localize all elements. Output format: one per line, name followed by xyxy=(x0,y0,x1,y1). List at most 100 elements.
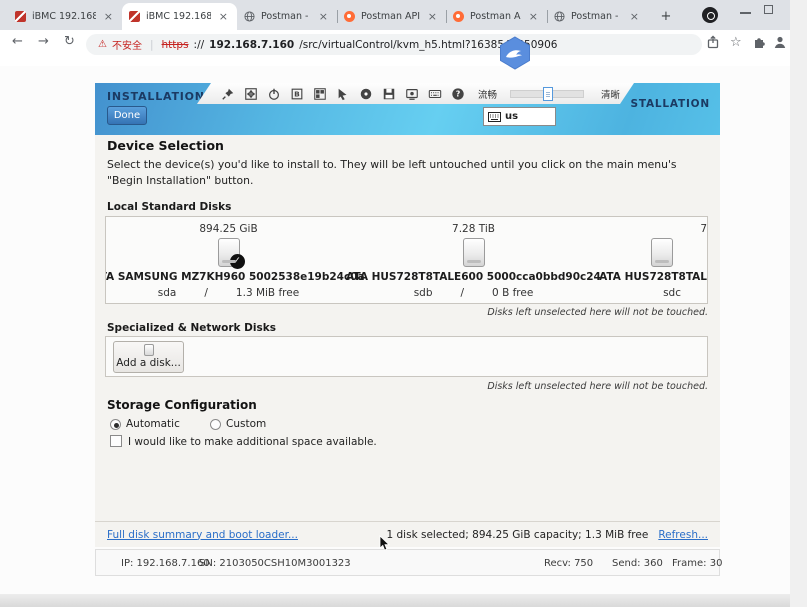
disk-name: ATA HUS728T8TAL xyxy=(599,271,707,283)
unselected-note: Disks left unselected here will not be t… xyxy=(487,381,708,392)
radio-custom-label[interactable]: Custom xyxy=(226,418,266,430)
tab-close-icon[interactable]: × xyxy=(217,11,230,22)
done-button[interactable]: Done xyxy=(107,106,147,125)
power-icon[interactable] xyxy=(267,87,281,101)
screenshot-icon[interactable] xyxy=(313,87,327,101)
extensions-icon[interactable] xyxy=(752,35,766,49)
footer-bar: Full disk summary and boot loader... 1 d… xyxy=(95,521,720,547)
floppy-icon[interactable] xyxy=(382,87,396,101)
fullscreen-icon[interactable] xyxy=(244,87,258,101)
tab-close-icon[interactable]: × xyxy=(102,11,115,22)
keyboard-layout-selector[interactable]: us xyxy=(483,107,556,126)
cd-rom-icon[interactable] xyxy=(359,87,373,101)
slider-clear-label: 清晰 xyxy=(601,87,620,101)
media-control-icon[interactable] xyxy=(702,7,718,23)
disk-dev: sdc xyxy=(663,287,681,299)
tab-postman-api-1[interactable]: Postman API Platfo × xyxy=(337,3,446,30)
disk-name: ATA HUS728T8TALE600 5000cca0bbd90c24 xyxy=(346,271,601,283)
reload-icon[interactable]: ↻ xyxy=(64,34,75,49)
selected-check-icon: ✓ xyxy=(230,254,245,269)
tab-postman-browse-1[interactable]: Postman - Browse × xyxy=(237,3,337,30)
svg-text:B: B xyxy=(294,89,300,98)
address-bar: ← → ↻ ⚠ 不安全 | https://192.168.7.160/src/… xyxy=(0,30,790,66)
maximize-icon[interactable] xyxy=(764,5,773,14)
full-disk-summary-link[interactable]: Full disk summary and boot loader... xyxy=(107,529,298,541)
radio-automatic[interactable] xyxy=(110,419,121,430)
add-disk-label: Add a disk... xyxy=(116,357,181,369)
radio-custom[interactable] xyxy=(210,419,221,430)
tab-close-icon[interactable]: × xyxy=(527,11,540,22)
url-divider: | xyxy=(147,39,157,51)
reclaim-space-checkbox[interactable] xyxy=(110,435,122,447)
globe-favicon xyxy=(554,11,565,22)
status-frame: Frame: 30 xyxy=(672,558,722,569)
status-sn: SN: 2103050CSH10M3001323 xyxy=(199,558,351,569)
local-disks-box: 894.25 GiB ✓ ATA SAMSUNG MZ7KH960 500253… xyxy=(105,216,708,304)
tab-ibmc-1[interactable]: iBMC 192.168.7.16 × xyxy=(8,3,122,30)
disk-size: 894.25 GiB xyxy=(199,223,257,235)
thunder-download-icon[interactable] xyxy=(498,36,532,70)
globe-favicon xyxy=(244,11,255,22)
tab-close-icon[interactable]: × xyxy=(426,11,439,22)
disk-sda[interactable]: 894.25 GiB ✓ ATA SAMSUNG MZ7KH960 500253… xyxy=(106,217,351,303)
disk-dev: sdb xyxy=(414,287,433,299)
network-disks-box: Add a disk... xyxy=(105,336,708,377)
url-field[interactable]: ⚠ 不安全 | https://192.168.7.160/src/virtua… xyxy=(86,34,702,55)
disk-sdc[interactable]: 7 ATA HUS728T8TAL sdc xyxy=(596,217,707,303)
postman-favicon xyxy=(453,11,464,22)
ibmc-favicon xyxy=(129,11,140,22)
b-key-icon[interactable]: B xyxy=(290,87,304,101)
tab-label: Postman - Browse xyxy=(261,11,311,22)
desktop-edge-bottom xyxy=(0,594,790,607)
minimize-icon[interactable] xyxy=(740,12,751,14)
screen: iBMC 192.168.7.16 × iBMC 192.168.7.16 × … xyxy=(0,0,807,607)
mouse-cursor xyxy=(379,535,391,552)
description-text: Select the device(s) you'd like to insta… xyxy=(107,157,713,189)
kvm-toolbar: B ? 流畅 清晰 xyxy=(197,83,634,104)
drive-icon: ✓ xyxy=(218,238,240,267)
add-disk-button[interactable]: Add a disk... xyxy=(113,341,184,373)
tab-postman-api-2[interactable]: Postman API Platfo × xyxy=(446,3,547,30)
tab-label: iBMC 192.168.7.16 xyxy=(146,11,211,22)
keyboard-icon[interactable] xyxy=(428,87,442,101)
help-icon[interactable]: ? xyxy=(451,87,465,101)
security-warning[interactable]: 不安全 xyxy=(112,37,142,52)
record-icon[interactable] xyxy=(405,87,419,101)
refresh-link[interactable]: Refresh... xyxy=(658,529,708,541)
tab-close-icon[interactable]: × xyxy=(317,11,330,22)
kvm-status-bar: IP: 192.168.7.160 SN: 2103050CSH10M30013… xyxy=(95,549,720,576)
tab-strip: iBMC 192.168.7.16 × iBMC 192.168.7.16 × … xyxy=(0,0,790,30)
svg-text:?: ? xyxy=(456,89,461,98)
bookmark-star-icon[interactable]: ☆ xyxy=(730,35,742,50)
back-icon[interactable]: ← xyxy=(12,34,23,49)
profile-avatar-icon[interactable] xyxy=(773,35,787,49)
tab-label: Postman - Browse xyxy=(571,11,622,22)
selection-summary: 1 disk selected; 894.25 GiB capacity; 1.… xyxy=(387,529,649,541)
tab-label: iBMC 192.168.7.16 xyxy=(32,11,96,22)
share-icon[interactable] xyxy=(706,35,720,49)
tab-label: Postman API Platfo xyxy=(470,11,521,22)
disk-sdb[interactable]: 7.28 TiB ATA HUS728T8TALE600 5000cca0bbd… xyxy=(351,217,596,303)
drive-icon xyxy=(651,238,673,267)
tab-ibmc-2-active[interactable]: iBMC 192.168.7.16 × xyxy=(122,3,237,30)
slider-handle[interactable] xyxy=(543,87,553,101)
mouse-icon[interactable] xyxy=(336,87,350,101)
url-scheme: https xyxy=(162,39,189,51)
url-separator: :// xyxy=(194,39,205,51)
tab-close-icon[interactable]: × xyxy=(628,11,641,22)
disk-sep: / xyxy=(461,287,465,299)
forward-icon[interactable]: → xyxy=(38,34,49,49)
radio-automatic-label[interactable]: Automatic xyxy=(126,418,180,430)
reclaim-space-label[interactable]: I would like to make additional space av… xyxy=(128,436,377,448)
tab-postman-browse-2[interactable]: Postman - Browse × xyxy=(547,3,648,30)
status-send: Send: 360 xyxy=(612,558,663,569)
disk-free: 1.3 MiB free xyxy=(236,287,299,299)
warning-icon: ⚠ xyxy=(98,39,107,50)
drive-icon xyxy=(144,344,154,356)
status-recv: Recv: 750 xyxy=(544,558,593,569)
slider-smooth-label: 流畅 xyxy=(478,87,497,101)
quality-slider[interactable] xyxy=(510,90,584,98)
pin-icon[interactable] xyxy=(221,87,235,101)
ibmc-favicon xyxy=(15,11,26,22)
new-tab-button[interactable]: + xyxy=(656,7,676,27)
